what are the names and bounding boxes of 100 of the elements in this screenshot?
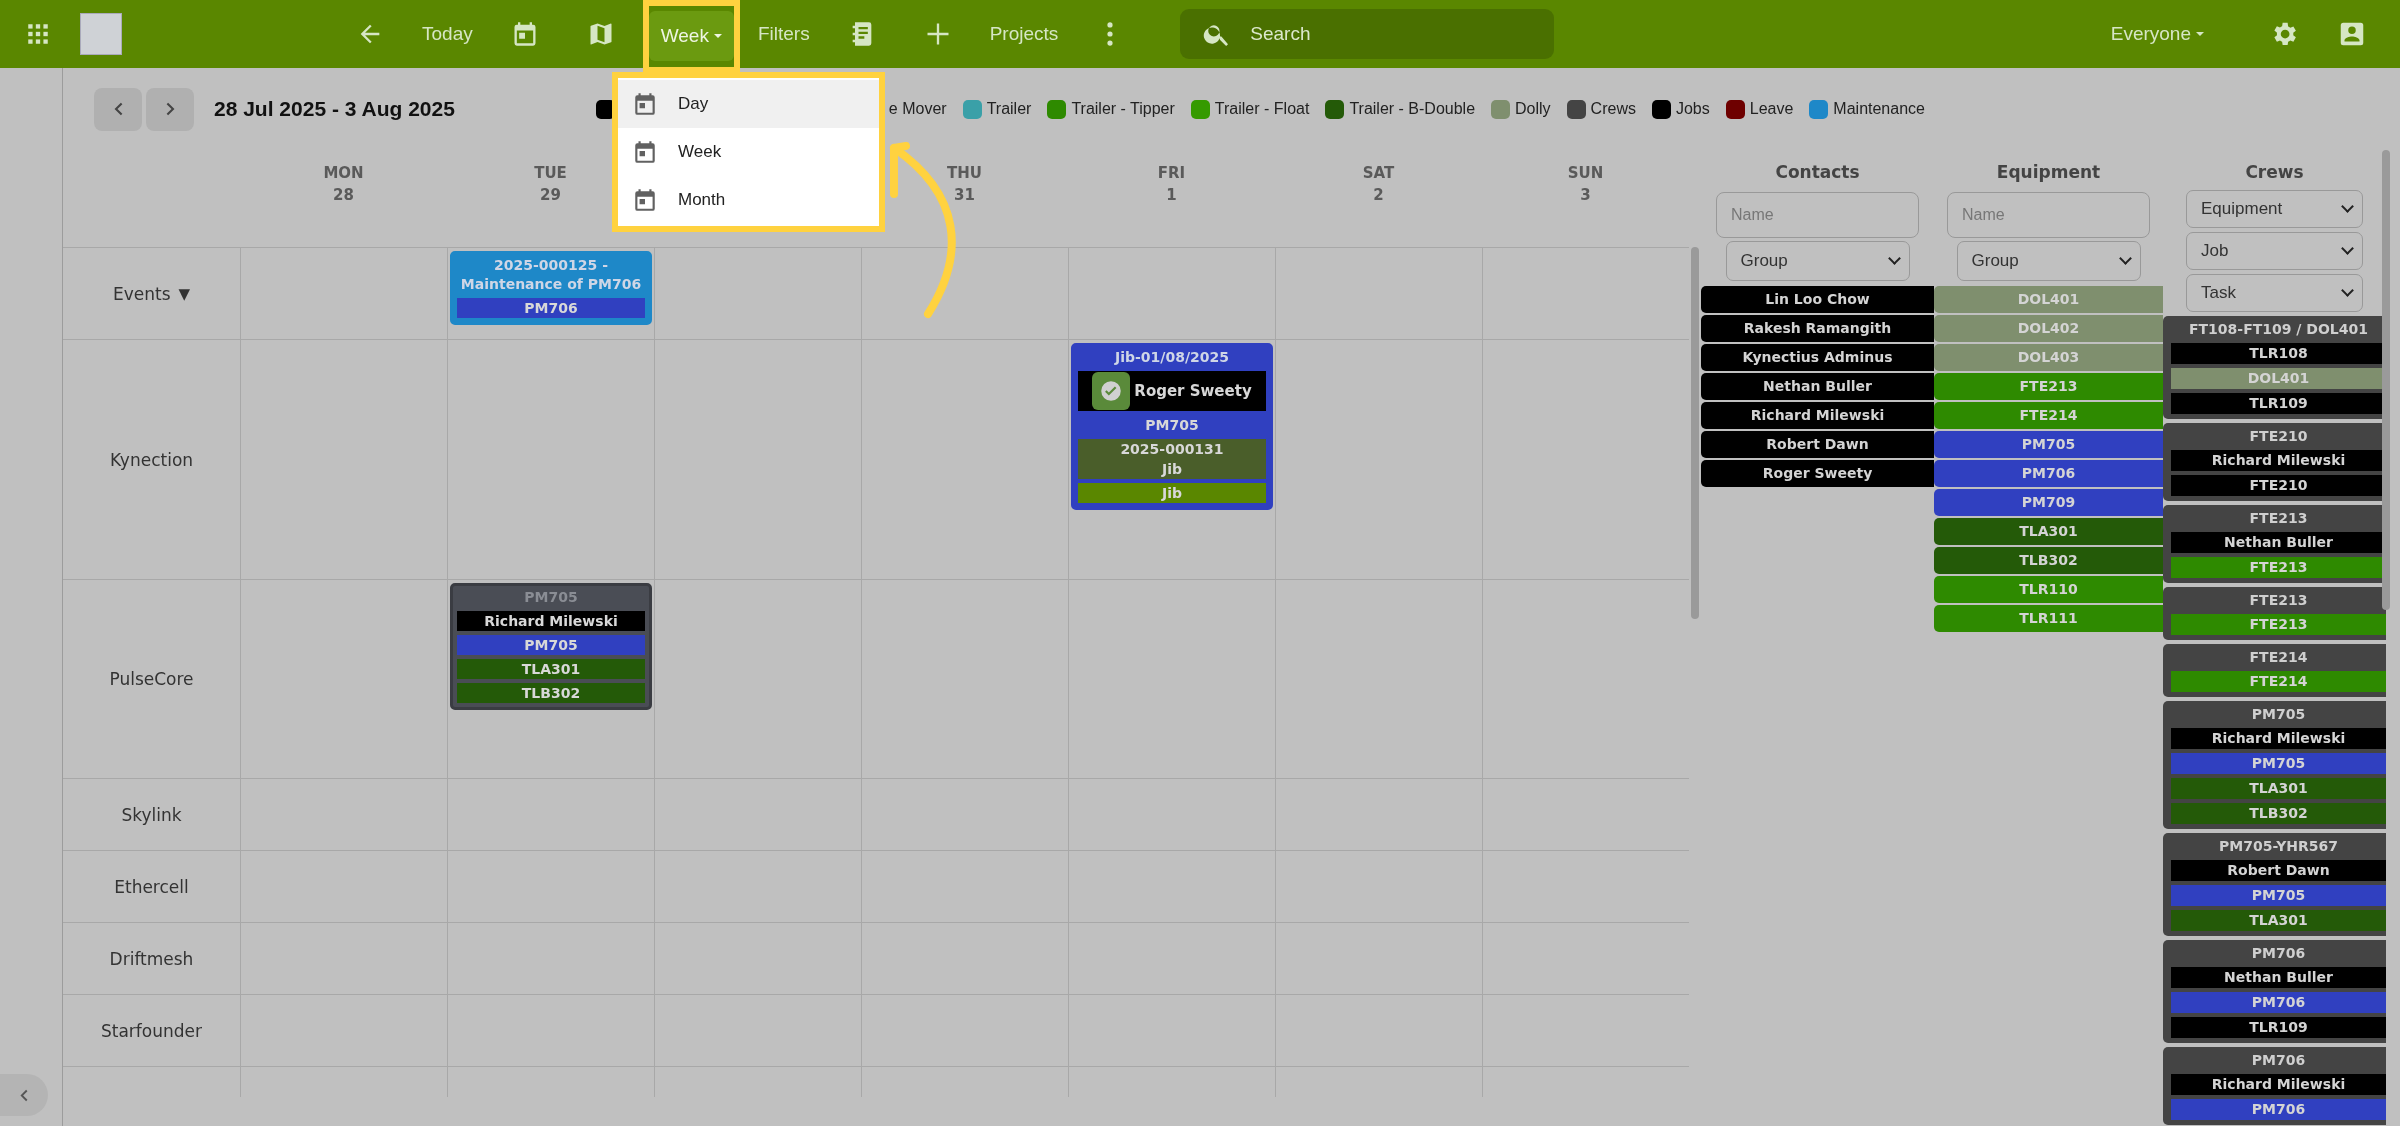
day-name: SAT: [1362, 164, 1395, 182]
crew-title: FTE210: [2248, 427, 2309, 446]
chevron-left-icon: [20, 1088, 28, 1102]
row-label: Ethercell: [114, 876, 189, 897]
crew-title: FTE213: [2248, 591, 2309, 610]
crew-card[interactable]: PM706 Richard Milewski PM706: [2163, 1047, 2386, 1125]
calendar-icon: [632, 139, 658, 165]
crew-title: PM706: [2250, 944, 2307, 963]
legend-label: Trailer - Float: [1214, 100, 1310, 118]
filter-select[interactable]: Job: [2186, 232, 2363, 270]
group-select[interactable]: Group: [1956, 241, 2141, 281]
card-text: PM705: [1144, 416, 1200, 435]
calendar-icon: [632, 91, 658, 117]
chevron-right-icon: [165, 102, 175, 116]
panel-title: Crews: [2245, 162, 2304, 184]
crew-member: PM706: [2171, 992, 2386, 1013]
crew-card[interactable]: PM705-YHR567 Robert Dawn PM705 TLA301: [2163, 833, 2386, 936]
legend-label: Crews: [1590, 100, 1636, 118]
scrollbar-thumb[interactable]: [1691, 247, 1699, 619]
event-card[interactable]: PM705 Richard Milewski PM705 TLA301 TLB302: [450, 583, 652, 710]
filter-select[interactable]: Task: [2186, 274, 2363, 312]
legend-label: Maintenance: [1833, 100, 1925, 118]
search-field[interactable]: Search: [1180, 9, 1555, 59]
crew-title: PM705-YHR567: [2218, 837, 2339, 856]
contact-item[interactable]: Roger Sweety: [1701, 460, 1934, 487]
menu-item[interactable]: Month: [618, 176, 879, 224]
contact-item[interactable]: Robert Dawn: [1701, 431, 1934, 458]
crew-title: PM706: [2250, 1051, 2307, 1070]
legend-label: Jobs: [1675, 100, 1710, 118]
day-date: 1: [1166, 186, 1177, 204]
equipment-item[interactable]: TLA301: [1934, 518, 2163, 545]
day-name: MON: [323, 164, 364, 182]
panel-title: Equipment: [1996, 162, 2101, 184]
name-field[interactable]: Name: [1947, 192, 2150, 238]
resource-chip: PM706: [457, 298, 645, 318]
equipment-item[interactable]: TLB302: [1934, 547, 2163, 574]
collapse-toggle[interactable]: ▼: [178, 284, 191, 303]
legend-label: Trailer - B-Double: [1349, 100, 1476, 118]
crew-title: PM705: [2250, 705, 2307, 724]
crew-card[interactable]: FTE213 FTE213: [2163, 587, 2386, 640]
day-name: THU: [947, 164, 982, 182]
name-field[interactable]: Name: [1716, 192, 1919, 238]
crew-title: FTE213: [2248, 509, 2309, 528]
crew-member: FTE213: [2171, 614, 2386, 635]
contact-item[interactable]: Richard Milewski: [1701, 402, 1934, 429]
scrollbar-thumb[interactable]: [2382, 150, 2390, 610]
filter-select[interactable]: Equipment: [2186, 190, 2363, 228]
row-label: Driftmesh: [109, 948, 194, 969]
row-label: Kynection: [109, 449, 194, 470]
resource-chip: 2025-000131 Jib: [1078, 439, 1266, 479]
event-card[interactable]: 2025-000125 - Maintenance of PM706 PM706: [450, 251, 652, 325]
date-range: 28 Jul 2025 - 3 Aug 2025: [214, 97, 455, 121]
crew-member: Richard Milewski: [2171, 728, 2386, 749]
crew-member: Richard Milewski: [2171, 1074, 2386, 1095]
day-date: 3: [1580, 186, 1591, 204]
day-name: SUN: [1567, 164, 1604, 182]
menu-item[interactable]: Day: [618, 80, 879, 128]
calendar-icon: [632, 187, 658, 213]
crew-member: Robert Dawn: [2171, 860, 2386, 881]
resource-chip: TLB302: [457, 683, 645, 703]
day-date: 29: [540, 186, 561, 204]
chevron-left-icon: [113, 102, 123, 116]
caret-icon: [713, 34, 722, 38]
contact-item[interactable]: Kynectius Adminus: [1701, 344, 1934, 371]
contact-item[interactable]: Lin Loo Chow: [1701, 286, 1934, 313]
crew-card[interactable]: PM706 Nethan Buller PM706 TLR109: [2163, 940, 2386, 1043]
resource-chip: Jib: [1078, 483, 1266, 503]
row-label: Starfounder: [100, 1020, 202, 1041]
legend-label: Trailer: [986, 100, 1032, 118]
equipment-item[interactable]: PM709: [1934, 489, 2163, 516]
day-date: 31: [954, 186, 975, 204]
equipment-item[interactable]: PM705: [1934, 431, 2163, 458]
equipment-item[interactable]: PM706: [1934, 460, 2163, 487]
crew-member: TLA301: [2171, 778, 2386, 799]
crew-member: PM705: [2171, 753, 2386, 774]
crew-card[interactable]: FTE214 FTE214: [2163, 644, 2386, 697]
crew-member: PM706: [2171, 1099, 2386, 1120]
crew-member: TLB302: [2171, 803, 2386, 824]
grid-icon: [25, 21, 51, 47]
crew-card[interactable]: PM705 Richard Milewski PM705 TLA301 TLB302: [2163, 701, 2386, 829]
crew-member: PM705: [2171, 885, 2386, 906]
panel-title: Contacts: [1775, 162, 1860, 184]
resource-chip: Richard Milewski: [457, 611, 645, 631]
contact-item[interactable]: Nethan Buller: [1701, 373, 1934, 400]
menu-item[interactable]: Week: [618, 128, 879, 176]
group-select[interactable]: Group: [1725, 241, 1910, 281]
day-name: FRI: [1157, 164, 1186, 182]
event-card[interactable]: Jib-01/08/2025 Roger Sweety PM705 2025-000131 Jib Jib: [1071, 343, 1273, 510]
day-date: 28: [333, 186, 354, 204]
caret-icon: [2196, 32, 2204, 36]
crew-member: FTE214: [2171, 671, 2386, 692]
resource-chip: PM705: [457, 635, 645, 655]
legend-label: Dolly: [1515, 100, 1551, 118]
legend-label: Trailer - Tipper: [1071, 100, 1175, 118]
crew-member: Nethan Buller: [2171, 967, 2386, 988]
card-title: 2025-000125 - Maintenance of PM706: [459, 256, 643, 294]
contact-item[interactable]: Rakesh Ramangith: [1701, 315, 1934, 342]
day-date: 2: [1373, 186, 1384, 204]
legend-label: e Mover: [888, 100, 947, 118]
crew-member: TLA301: [2171, 910, 2386, 931]
